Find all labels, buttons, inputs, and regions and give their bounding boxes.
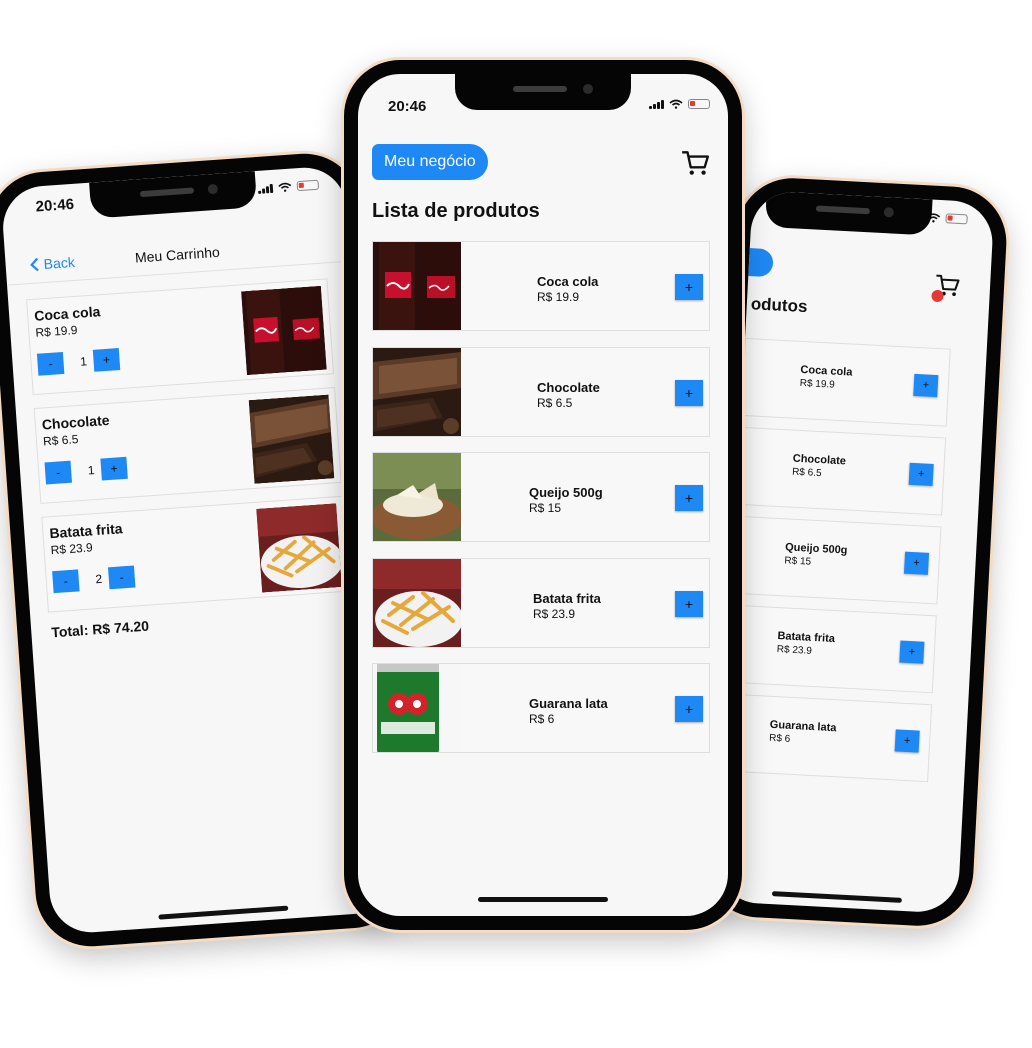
wifi-icon — [278, 182, 292, 192]
product-name: Guarana lata — [769, 718, 837, 735]
phone-right: odutos Coca cola R$ 19.9 + Chocolate R$ 6… — [700, 175, 1010, 929]
add-to-cart-button[interactable]: + — [675, 696, 703, 722]
cart-item-image — [241, 286, 327, 375]
product-name: Coca cola — [800, 363, 853, 379]
add-to-cart-button[interactable]: + — [675, 379, 703, 406]
increase-qty-button[interactable]: - — [107, 565, 136, 590]
increase-qty-button[interactable]: + — [100, 456, 128, 481]
phone-center: 20:46 Meu negócio Lista de produtos Coca… — [344, 60, 742, 930]
cart-total: Total: R$ 74.20 — [50, 617, 150, 641]
add-to-cart-button[interactable]: + — [675, 274, 703, 300]
qty-value: 1 — [87, 463, 96, 478]
notch — [764, 190, 933, 236]
status-icons — [258, 179, 320, 194]
cart-count-badge — [931, 289, 944, 303]
home-indicator — [478, 897, 608, 902]
page-title: odutos — [750, 294, 808, 317]
right-screen: odutos Coca cola R$ 19.9 + Chocolate R$ 6… — [715, 190, 995, 914]
home-indicator — [771, 891, 902, 903]
product-row: Batata frita R$ 23.9 + — [372, 557, 710, 648]
add-to-cart-button[interactable]: + — [908, 462, 934, 486]
status-time: 20:46 — [388, 98, 427, 115]
product-price: R$ 19.9 — [537, 290, 580, 304]
add-to-cart-button[interactable]: + — [675, 590, 703, 617]
status-time: 20:46 — [35, 195, 75, 216]
center-screen: 20:46 Meu negócio Lista de produtos Coca… — [358, 74, 728, 916]
nav-title: Meu Carrinho — [134, 243, 221, 266]
product-price: R$ 23.9 — [533, 606, 576, 621]
product-price: R$ 15 — [529, 501, 562, 515]
product-name: Chocolate — [792, 452, 847, 468]
product-name: Chocolate — [537, 379, 600, 395]
left-screen: 20:46 Back Meu Carrinho Coca cola R$ 19.… — [0, 164, 396, 936]
cart-item-price: R$ 19.9 — [34, 322, 78, 340]
add-to-cart-button[interactable]: + — [899, 640, 925, 664]
product-name: Queijo 500g — [529, 485, 603, 500]
product-image — [373, 453, 461, 541]
product-row: Chocolate R$ 6.5 + — [372, 346, 710, 437]
product-price: R$ 6.5 — [791, 466, 822, 480]
qty-value: 1 — [79, 354, 88, 369]
product-row: Coca cola R$ 19.9 + — [740, 337, 951, 427]
product-name: Batata frita — [777, 630, 836, 646]
brand-button[interactable]: Meu negócio — [372, 144, 488, 180]
product-name: Queijo 500g — [784, 541, 848, 557]
increase-qty-button[interactable]: + — [92, 348, 121, 372]
product-row: Guarana lata R$ 6 + — [722, 693, 933, 783]
add-to-cart-button[interactable]: + — [903, 551, 930, 575]
home-indicator — [158, 905, 289, 920]
product-price: R$ 6 — [768, 732, 791, 745]
add-to-cart-button[interactable]: + — [894, 729, 920, 753]
product-name: Guarana lata — [529, 696, 608, 711]
product-row: Guarana lata R$ 6 + — [372, 663, 710, 753]
product-image — [373, 664, 461, 752]
cart-item: Batata frita R$ 23.9 - 2 - — [41, 495, 350, 613]
product-price: R$ 15 — [784, 555, 812, 568]
product-price: R$ 23.9 — [776, 644, 813, 657]
decrease-qty-button[interactable]: - — [36, 351, 65, 376]
battery-icon — [945, 213, 968, 225]
cart-item-name: Chocolate — [41, 411, 110, 433]
cart-item-price: R$ 6.5 — [42, 432, 79, 449]
notch — [89, 171, 258, 219]
qty-value: 2 — [94, 571, 103, 587]
cart-item: Coca cola R$ 19.9 - 1 + — [26, 278, 335, 396]
notch — [455, 74, 631, 110]
product-row: Queijo 500g R$ 15 + — [372, 452, 710, 542]
cart-item-image — [249, 395, 335, 484]
product-row: Coca cola R$ 19.9 + — [372, 241, 710, 331]
product-image — [373, 559, 461, 647]
product-name: Batata frita — [533, 590, 601, 606]
product-price: R$ 6 — [529, 712, 555, 726]
cart-item-name: Coca cola — [33, 303, 101, 324]
status-icons — [649, 99, 710, 109]
add-to-cart-button[interactable]: + — [913, 373, 939, 398]
brand-button-partial[interactable] — [742, 247, 774, 278]
product-price: R$ 19.9 — [799, 377, 836, 391]
cart-item-name: Batata frita — [48, 520, 123, 542]
cart-item-image — [256, 503, 342, 592]
decrease-qty-button[interactable]: - — [52, 569, 80, 594]
product-row: Queijo 500g R$ 15 + — [731, 515, 942, 605]
cart-item-price: R$ 23.9 — [50, 540, 94, 558]
battery-icon — [296, 179, 320, 192]
cart-item: Chocolate R$ 6.5 - 1 + — [33, 387, 342, 504]
cart-icon[interactable] — [680, 148, 710, 178]
wifi-icon — [669, 99, 683, 109]
product-name: Coca cola — [537, 274, 599, 289]
product-row: Batata frita R$ 23.9 + — [726, 604, 937, 694]
signal-icon — [649, 99, 664, 109]
decrease-qty-button[interactable]: - — [44, 460, 72, 485]
signal-icon — [258, 183, 274, 194]
product-price: R$ 6.5 — [537, 395, 573, 410]
page-title: Lista de produtos — [372, 200, 540, 222]
product-image — [373, 348, 461, 436]
product-image — [373, 242, 461, 330]
product-row: Chocolate R$ 6.5 + — [736, 426, 947, 516]
add-to-cart-button[interactable]: + — [675, 485, 703, 511]
battery-icon — [688, 99, 710, 109]
